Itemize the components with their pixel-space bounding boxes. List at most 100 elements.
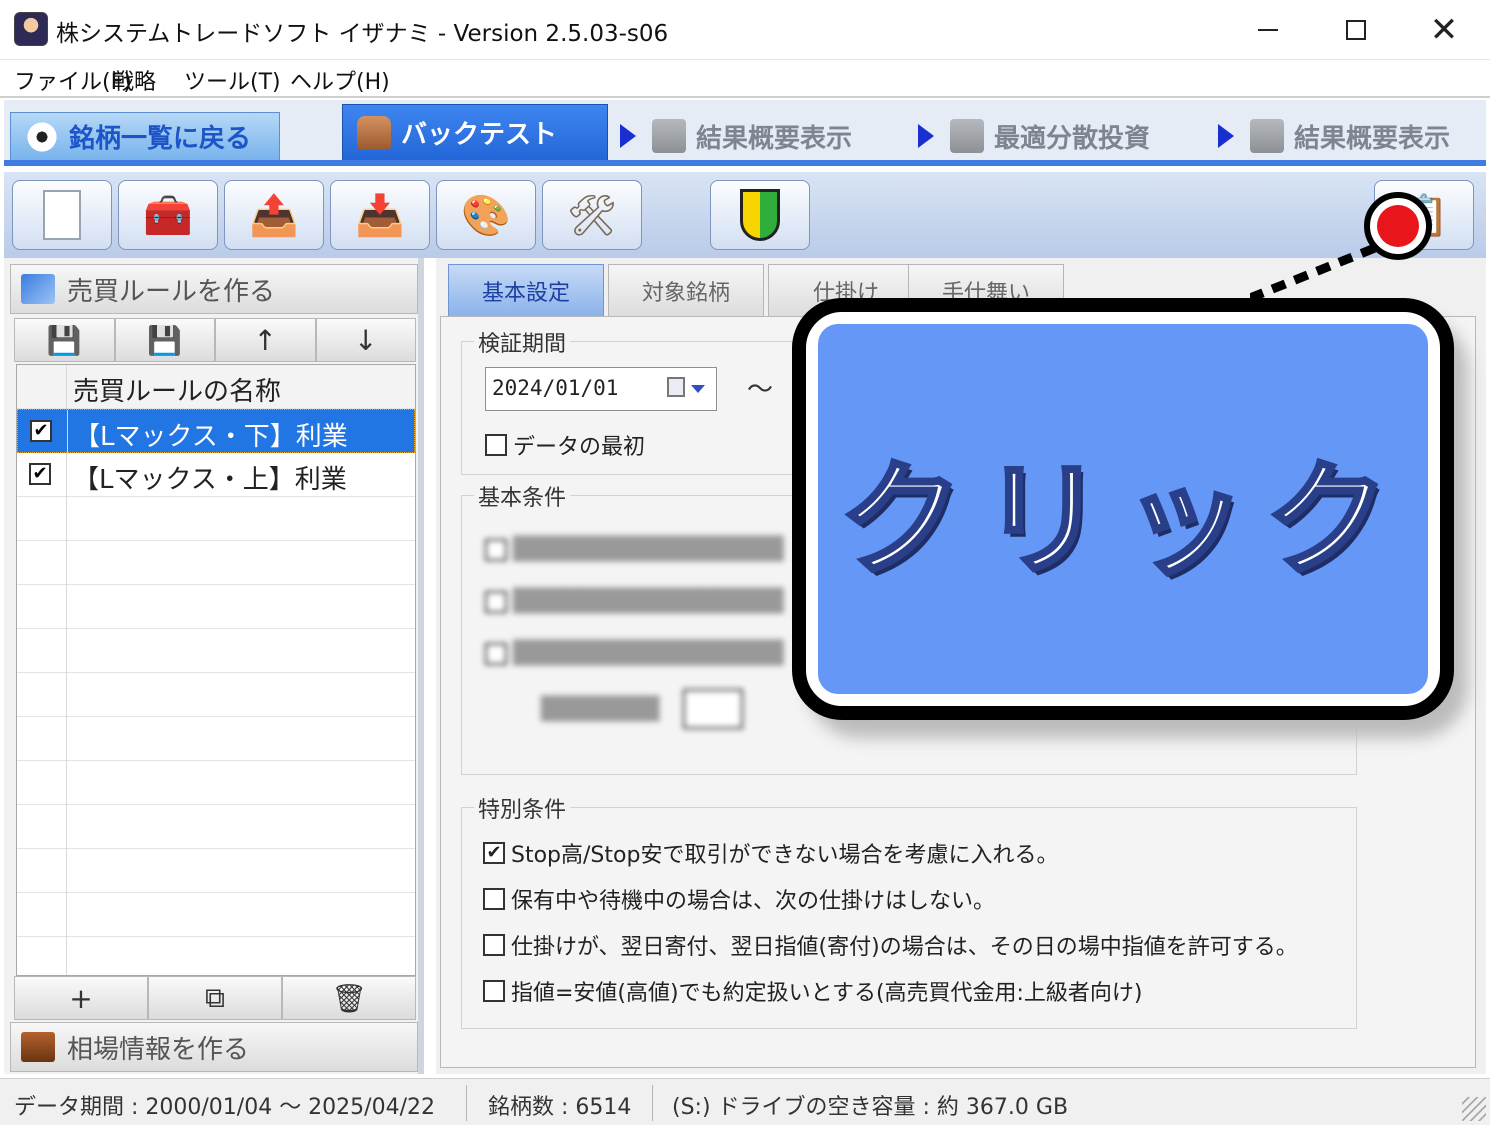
click-marker	[1364, 192, 1432, 260]
option-label: 仕掛けが、翌日寄付、翌日指値(寄付)の場合は、その日の場中指値を許可する。	[511, 935, 1298, 960]
status-drive-space: (S:) ドライブの空き容量 : 約 367.0 GB	[672, 1095, 1069, 1120]
table-row[interactable]: ✔ 【Lマックス・下】利業	[17, 409, 415, 454]
save-button[interactable]: 💾	[14, 318, 115, 362]
menu-tools[interactable]: ツール(T)	[184, 64, 281, 96]
tab-result-summary-2-label: 結果概要表示	[1294, 123, 1451, 154]
copy-rule-button[interactable]: ⧉	[148, 976, 282, 1020]
tab-backtest[interactable]: バックテスト	[342, 104, 608, 160]
red-dot-icon	[1377, 205, 1419, 247]
tab-optimal-investment-label: 最適分散投資	[994, 123, 1151, 154]
play-arrow-icon	[1218, 124, 1234, 148]
menu-strategy[interactable]: 戦略	[112, 64, 156, 96]
beginner-mark-icon	[740, 189, 780, 241]
empty-row	[17, 497, 415, 541]
trash-icon: 🗑	[331, 981, 367, 1015]
blurred-option: ████████████████	[485, 537, 784, 562]
callout-text: クリック	[837, 447, 1407, 595]
toolbox-button[interactable]: 🧰	[118, 180, 218, 250]
move-up-button[interactable]: ↑	[215, 318, 316, 362]
tab-result-summary-label: 結果概要表示	[696, 123, 853, 154]
tab-result-summary[interactable]: 結果概要表示	[610, 112, 852, 160]
tab-optimal-investment[interactable]: 最適分散投資	[908, 112, 1150, 160]
checkbox[interactable]	[485, 434, 507, 456]
tools-button[interactable]: 🛠	[542, 180, 642, 250]
special-option[interactable]: 指値=安値(高値)でも約定扱いとする(高売買代金用:上級者向け)	[483, 975, 1143, 1007]
move-down-button[interactable]: ↓	[315, 318, 416, 362]
left-panel: 売買ルールを作る 💾 💾 ↑ ↓ 売買ルールの名称 ✔ 【Lマックス・下】利業 …	[4, 258, 424, 1074]
rule-toolbar: 💾 💾 ↑ ↓	[14, 318, 416, 362]
empty-row	[17, 893, 415, 937]
callout-box: クリック	[818, 324, 1428, 694]
option-label: Stop高/Stop安で取引ができない場合を考慮に入れる。	[511, 843, 1059, 868]
tab-back-to-list[interactable]: 銘柄一覧に戻る	[10, 112, 280, 160]
tab-result-summary-2[interactable]: 結果概要表示	[1208, 112, 1450, 160]
calendar-icon[interactable]	[667, 377, 685, 397]
empty-row	[17, 673, 415, 717]
from-data-start-option[interactable]: データの最初	[485, 429, 645, 461]
checkbox[interactable]	[483, 980, 505, 1002]
menu-bar: ファイル(F) 戦略 ツール(T) ヘルプ(H)	[0, 60, 1490, 98]
import-button[interactable]: 📥	[330, 180, 430, 250]
blurred-option: ████████████████	[485, 589, 784, 614]
rules-header[interactable]: 売買ルールを作る	[10, 264, 418, 314]
group-title: 検証期間	[474, 326, 571, 358]
add-rule-button[interactable]: +	[14, 976, 148, 1020]
beginner-button[interactable]	[710, 180, 810, 250]
resize-grip[interactable]	[1462, 1097, 1486, 1121]
save-icon: 💾	[46, 323, 82, 357]
empty-row	[17, 585, 415, 629]
empty-row	[17, 629, 415, 673]
maximize-button[interactable]	[1326, 8, 1386, 52]
rule-table: 売買ルールの名称 ✔ 【Lマックス・下】利業 ✔ 【Lマックス・上】利業	[16, 364, 416, 976]
tools-icon: 🛠	[566, 192, 618, 239]
special-option[interactable]: ✔ Stop高/Stop安で取引ができない場合を考慮に入れる。	[483, 837, 1058, 869]
rule-checkbox[interactable]: ✔	[29, 463, 51, 485]
checkbox[interactable]	[483, 934, 505, 956]
checkbox[interactable]	[483, 888, 505, 910]
save-as-icon: 💾	[147, 323, 183, 357]
new-button[interactable]	[12, 180, 112, 250]
play-arrow-icon	[620, 124, 636, 148]
mode-tab-strip: 銘柄一覧に戻る バックテスト 結果概要表示 最適分散投資 結果概要表示	[4, 100, 1486, 166]
market-header-label: 相場情報を作る	[67, 1034, 250, 1065]
empty-row	[17, 717, 415, 761]
empty-row	[17, 805, 415, 849]
empty-row	[17, 849, 415, 893]
export-icon: 📤	[249, 192, 299, 239]
empty-row	[17, 761, 415, 805]
checkbox[interactable]: ✔	[483, 842, 505, 864]
blurred-option: ███████	[541, 689, 749, 729]
delete-rule-button[interactable]: 🗑	[282, 976, 416, 1020]
new-document-icon	[43, 190, 81, 240]
rule-footer-toolbar: + ⧉ 🗑	[14, 976, 416, 1020]
backpack-icon	[357, 115, 391, 150]
table-header: 売買ルールの名称	[17, 365, 415, 409]
palette-icon: 🎨	[461, 192, 511, 239]
menu-help[interactable]: ヘルプ(H)	[290, 64, 390, 96]
play-arrow-icon	[918, 124, 934, 148]
rules-icon	[21, 274, 55, 304]
palette-button[interactable]: 🎨	[436, 180, 536, 250]
market-info-header[interactable]: 相場情報を作る	[10, 1022, 418, 1072]
tab-backtest-label: バックテスト	[401, 120, 558, 150]
export-button[interactable]: 📤	[224, 180, 324, 250]
rule-name: 【Lマックス・下】利業	[74, 422, 348, 452]
minimize-button[interactable]	[1238, 8, 1298, 52]
range-separator: 〜	[747, 375, 774, 405]
table-row[interactable]: ✔ 【Lマックス・上】利業	[17, 453, 415, 497]
special-option[interactable]: 仕掛けが、翌日寄付、翌日指値(寄付)の場合は、その日の場中指値を許可する。	[483, 929, 1298, 961]
special-option[interactable]: 保有中や待機中の場合は、次の仕掛けはしない。	[483, 883, 995, 915]
close-button[interactable]: ✕	[1414, 8, 1474, 52]
column-header-name: 売買ルールの名称	[73, 377, 282, 407]
tab-target-stocks[interactable]: 対象銘柄	[608, 264, 764, 318]
rule-checkbox[interactable]: ✔	[30, 420, 52, 442]
dropdown-arrow-icon[interactable]	[691, 385, 705, 393]
close-icon: ✕	[1429, 10, 1459, 50]
click-callout: クリック	[792, 298, 1454, 720]
save-as-button[interactable]: 💾	[114, 318, 215, 362]
tab-basic-settings[interactable]: 基本設定	[448, 264, 604, 318]
toolbox-icon: 🧰	[143, 192, 193, 239]
empty-row	[17, 937, 415, 975]
maximize-icon	[1346, 20, 1366, 40]
eye-icon	[25, 119, 59, 154]
